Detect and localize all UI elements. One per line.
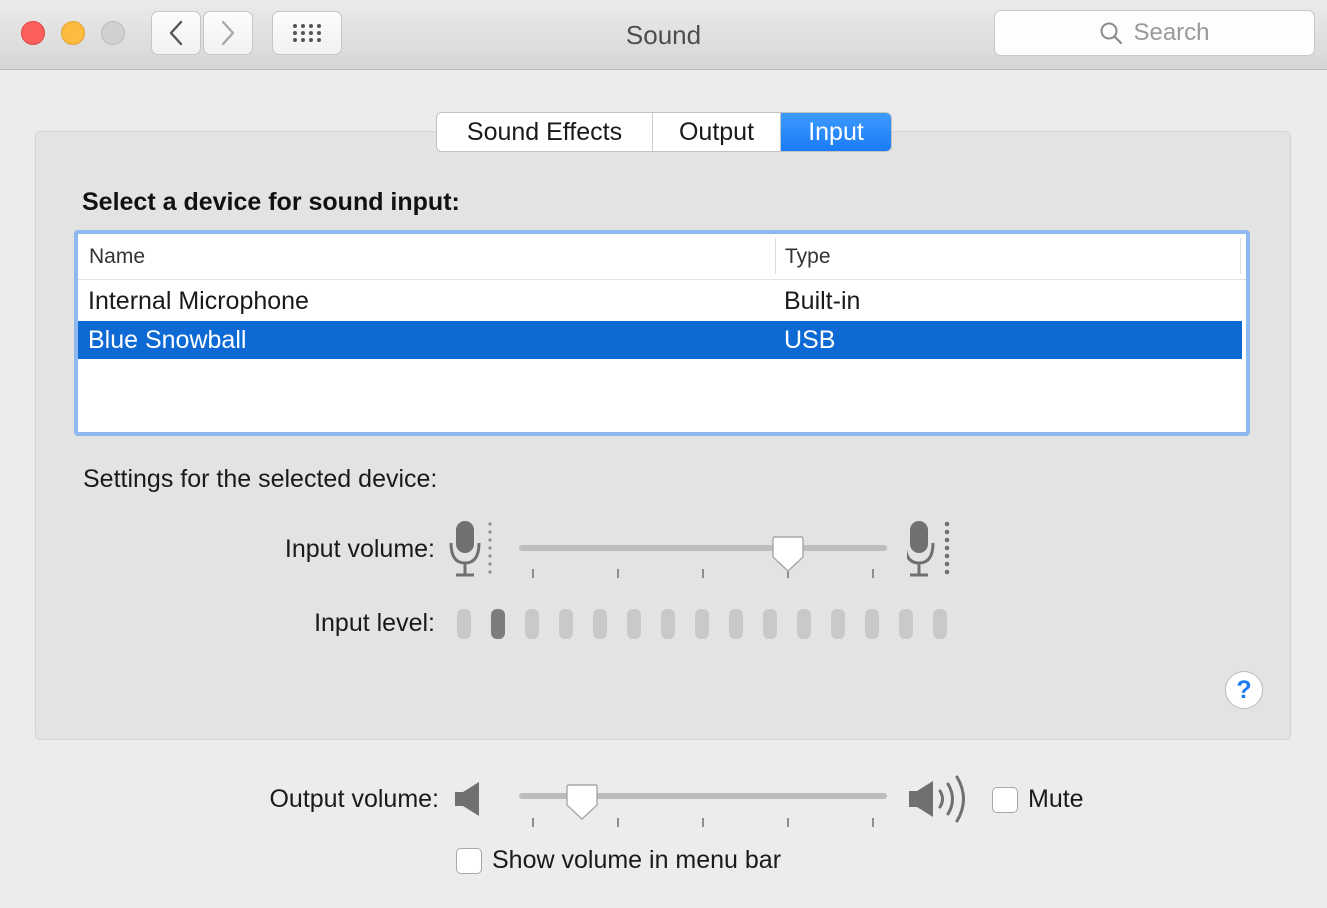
help-button[interactable]: ? <box>1225 671 1263 709</box>
level-segment <box>593 609 607 639</box>
level-segment <box>457 609 471 639</box>
table-row[interactable]: Internal Microphone Built-in <box>78 282 1242 320</box>
device-type: USB <box>784 326 836 354</box>
input-device-heading: Select a device for sound input: <box>82 188 460 216</box>
column-divider <box>1240 238 1241 274</box>
magnifier-icon <box>1100 22 1123 45</box>
slider-tick <box>532 818 534 827</box>
tab-output[interactable]: Output <box>653 113 781 151</box>
level-segment <box>831 609 845 639</box>
input-level-label: Input level: <box>314 609 435 637</box>
search-placeholder: Search <box>1133 19 1210 46</box>
input-device-table[interactable]: Name Type Internal Microphone Built-in B… <box>74 230 1250 436</box>
level-segment <box>933 609 947 639</box>
column-header-type[interactable]: Type <box>785 245 831 269</box>
microphone-icon <box>907 521 950 577</box>
slider-tick <box>532 569 534 578</box>
speaker-icon <box>455 782 479 816</box>
device-name: Internal Microphone <box>88 287 309 315</box>
output-volume-thumb[interactable] <box>565 783 598 821</box>
level-segment <box>899 609 913 639</box>
search-field[interactable]: Search <box>994 10 1315 56</box>
column-header-name[interactable]: Name <box>89 245 145 269</box>
level-segment <box>627 609 641 639</box>
input-volume-label: Input volume: <box>284 535 435 563</box>
slider-tick <box>872 818 874 827</box>
input-volume-track[interactable] <box>519 545 887 551</box>
tab-sound-effects[interactable]: Sound Effects <box>437 113 653 151</box>
tab-input[interactable]: Input <box>781 113 891 151</box>
show-volume-menubar-label: Show volume in menu bar <box>492 846 782 874</box>
slider-tick <box>702 818 704 827</box>
table-row-selected[interactable]: Blue Snowball USB <box>78 321 1242 359</box>
tab-bar: Sound Effects Output Input <box>436 112 892 152</box>
column-divider <box>775 238 776 274</box>
output-volume-label: Output volume: <box>269 785 439 813</box>
settings-label: Settings for the selected device: <box>83 465 438 493</box>
speaker-loud-icon <box>909 775 965 823</box>
slider-tick <box>872 569 874 578</box>
level-segment <box>763 609 777 639</box>
input-volume-thumb[interactable] <box>771 535 804 573</box>
slider-tick <box>787 818 789 827</box>
slider-tick <box>617 569 619 578</box>
level-segment <box>661 609 675 639</box>
mute-checkbox[interactable] <box>992 787 1018 813</box>
slider-tick <box>702 569 704 578</box>
level-segment <box>559 609 573 639</box>
level-segment <box>695 609 709 639</box>
level-segment <box>729 609 743 639</box>
device-name: Blue Snowball <box>88 326 247 354</box>
show-volume-menubar-checkbox[interactable] <box>456 848 482 874</box>
device-type: Built-in <box>784 287 861 315</box>
table-header: Name Type <box>78 234 1246 280</box>
level-segment <box>797 609 811 639</box>
level-segment <box>491 609 505 639</box>
level-segment <box>525 609 539 639</box>
mute-label: Mute <box>1028 785 1084 813</box>
title-bar: Sound Search <box>0 0 1327 70</box>
help-icon: ? <box>1236 675 1252 704</box>
slider-tick <box>617 818 619 827</box>
microphone-icon <box>449 521 492 577</box>
level-segment <box>865 609 879 639</box>
